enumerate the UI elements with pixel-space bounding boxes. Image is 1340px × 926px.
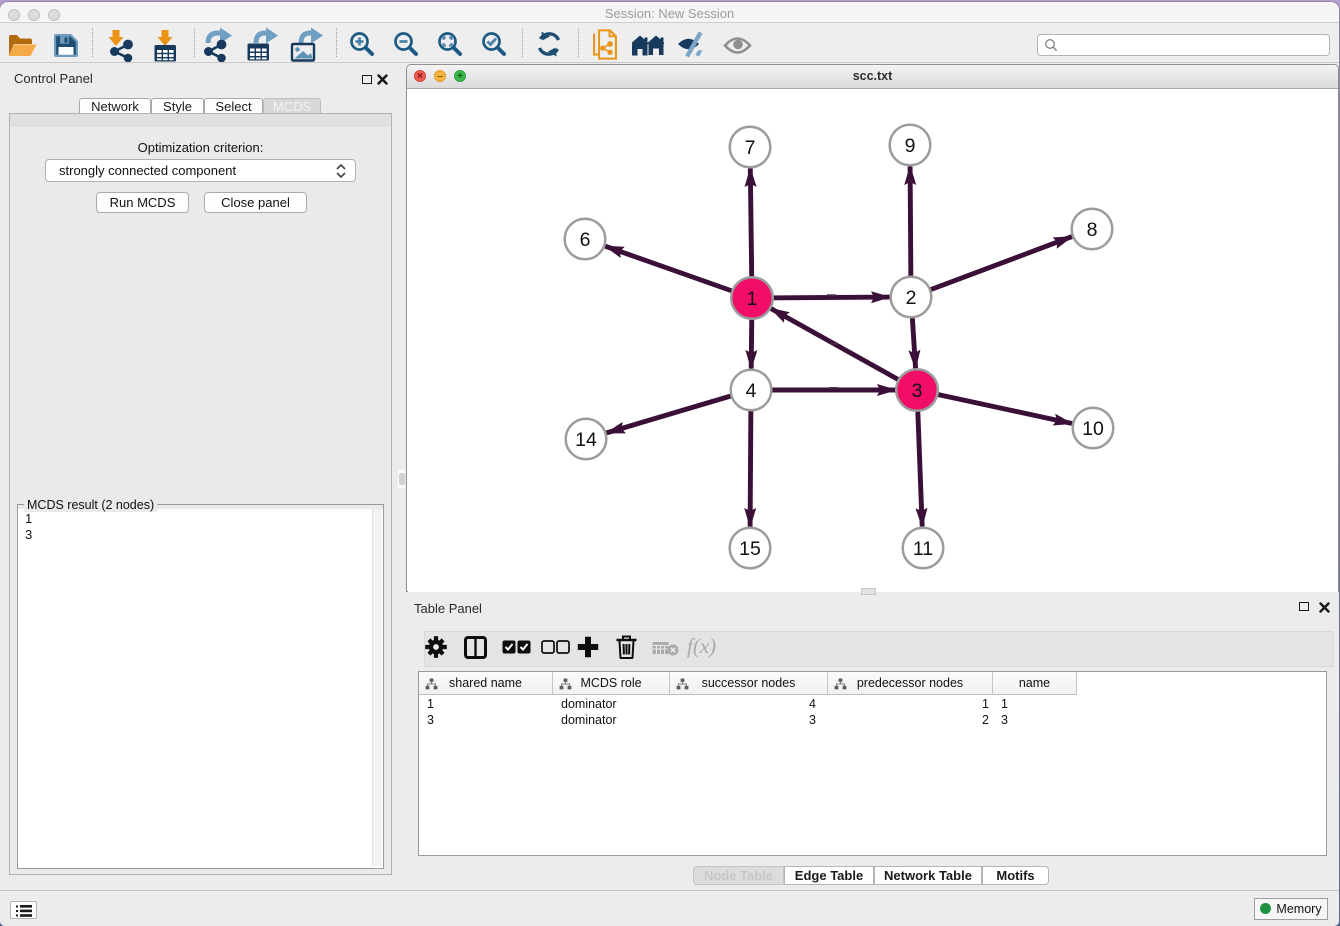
svg-text:6: 6 bbox=[579, 229, 590, 251]
svg-text:2: 2 bbox=[905, 287, 916, 309]
svg-text:3: 3 bbox=[911, 380, 922, 402]
svg-text:1: 1 bbox=[746, 288, 757, 310]
svg-text:11: 11 bbox=[912, 538, 932, 560]
svg-text:4: 4 bbox=[745, 380, 756, 402]
svg-text:14: 14 bbox=[575, 429, 597, 451]
svg-text:8: 8 bbox=[1086, 219, 1097, 241]
svg-text:15: 15 bbox=[739, 538, 761, 560]
svg-text:9: 9 bbox=[904, 135, 915, 157]
svg-text:10: 10 bbox=[1082, 418, 1104, 440]
svg-text:7: 7 bbox=[744, 137, 755, 159]
